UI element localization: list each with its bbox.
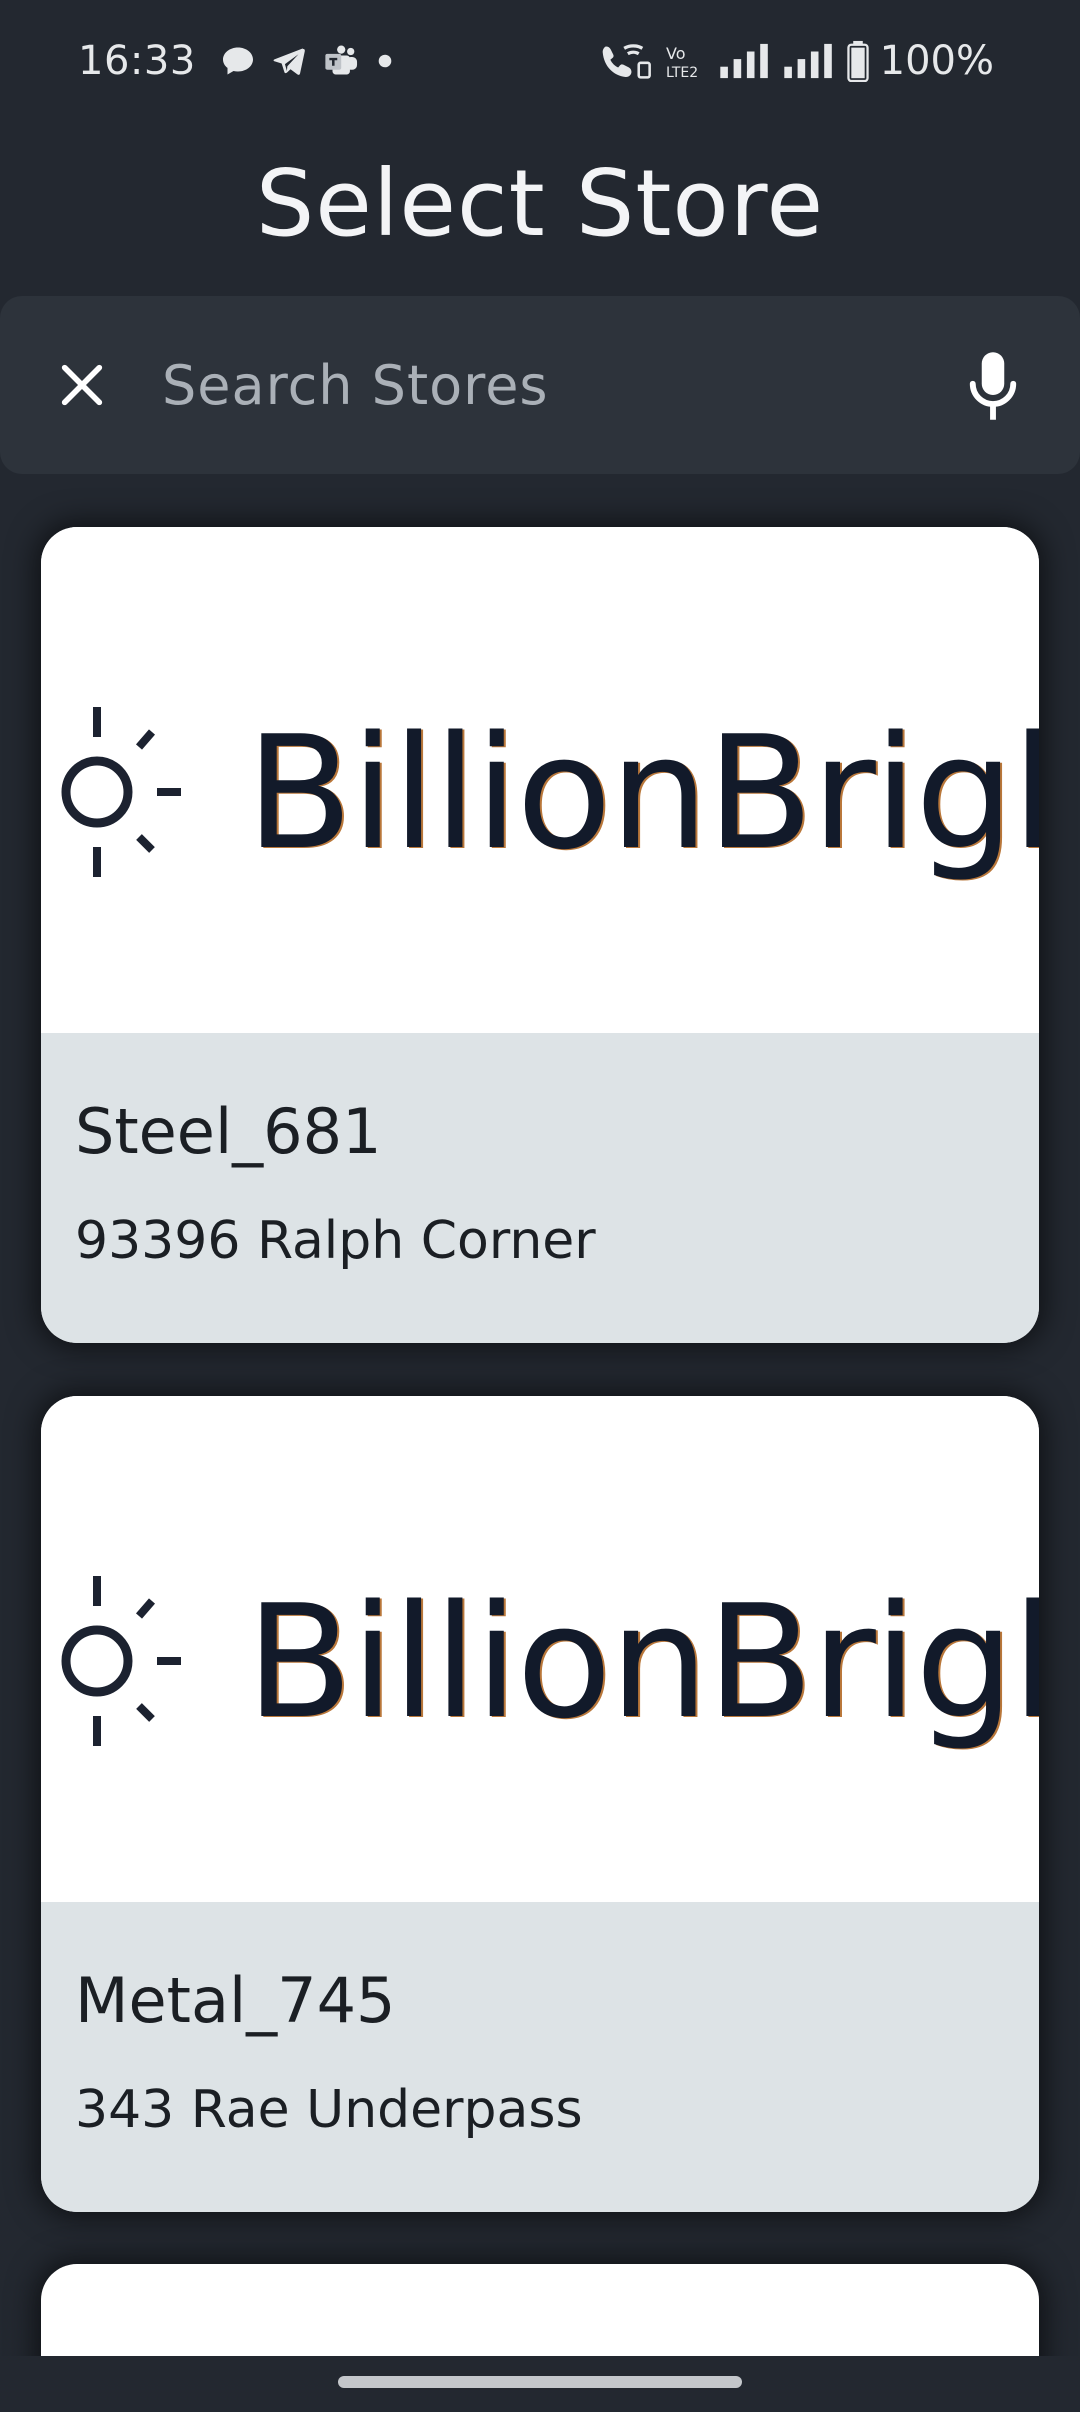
telegram-icon: [273, 48, 305, 75]
battery-icon: [846, 40, 869, 82]
store-name: Steel_681: [75, 1095, 382, 1168]
sun-logo-icon: [61, 707, 181, 877]
dot-icon: [378, 54, 392, 68]
svg-text:LTE2: LTE2: [666, 65, 698, 81]
teams-icon: [325, 45, 358, 75]
volte-icon: Vo LTE2: [666, 44, 698, 81]
sun-logo-icon: [61, 1576, 181, 1746]
svg-text:Vo: Vo: [666, 44, 686, 63]
microphone-icon: [969, 352, 1017, 420]
search-bar: [0, 296, 1080, 474]
store-info: Metal_745 343 Rae Underpass: [41, 1902, 1039, 2212]
store-address: 343 Rae Underpass: [75, 2080, 583, 2140]
store-card[interactable]: BillionBright Metal_745 343 Rae Underpas…: [41, 1396, 1039, 2212]
store-logo-text: BillionBright: [246, 702, 1039, 884]
search-input[interactable]: [160, 344, 924, 426]
chat-bubble-icon: [223, 47, 253, 75]
page-title: Select Store: [255, 150, 825, 257]
store-address: 93396 Ralph Corner: [75, 1211, 596, 1271]
store-logo: BillionBright: [41, 527, 1039, 1033]
store-logo-text: BillionBright: [246, 1571, 1039, 1753]
store-select-screen: 16:33 Vo LTE2 100% Select Store Search S…: [0, 0, 1080, 2412]
status-bar: 16:33 Vo LTE2 100%: [0, 0, 1080, 125]
store-logo: BillionBright: [41, 1396, 1039, 1902]
home-indicator[interactable]: [338, 2376, 742, 2388]
wifi-call-icon: [602, 44, 651, 79]
store-card[interactable]: BillionBright Steel_681 93396 Ralph Corn…: [41, 527, 1039, 1343]
system-status-icons: Vo LTE2 100%: [598, 38, 994, 84]
close-icon: [61, 364, 103, 406]
store-name: Metal_745: [75, 1964, 396, 2037]
notification-icons: [220, 42, 394, 80]
signal-icon: [783, 43, 832, 79]
close-search-button[interactable]: [48, 351, 116, 419]
voice-search-button[interactable]: [958, 346, 1028, 426]
store-info: Steel_681 93396 Ralph Corner: [41, 1033, 1039, 1343]
status-time: 16:33: [78, 38, 196, 84]
battery-percentage: 100%: [879, 38, 994, 84]
signal-icon: [719, 43, 768, 79]
